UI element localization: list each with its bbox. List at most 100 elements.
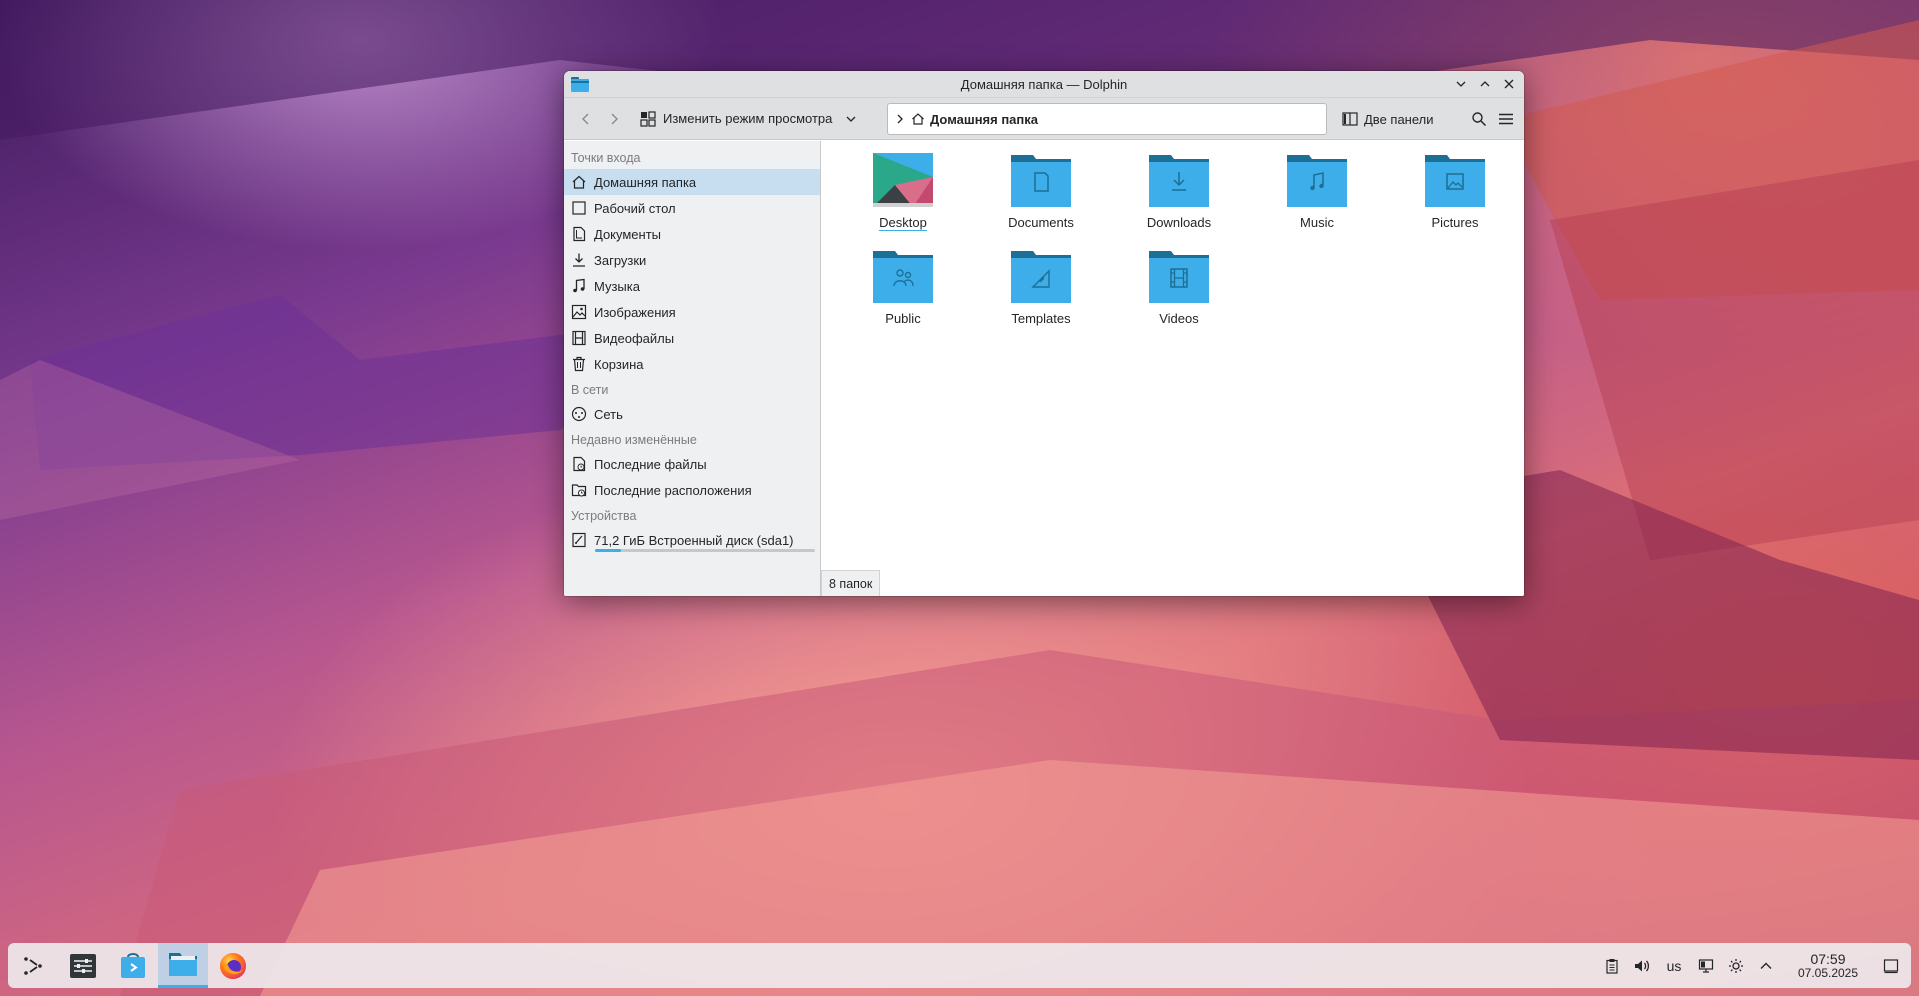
forward-button[interactable] [600,105,628,133]
firefox-app-icon [220,952,246,979]
arrow-left-icon [582,113,589,124]
music-icon [571,278,587,294]
launcher-icon [24,956,42,975]
network-tray[interactable] [1691,943,1721,988]
toolbar: Изменить режим просмотра Домашняя папка … [564,98,1524,140]
folder-pictures-icon [1425,155,1485,207]
place-documents[interactable]: Документы [564,221,820,247]
hamburger-menu-icon [1499,113,1513,125]
close-button[interactable] [1500,75,1518,93]
place-drive-sda1[interactable]: 71,2 ГиБ Встроенный диск (sda1) [564,527,820,553]
file-item-documents[interactable]: Documents [986,153,1096,230]
search-button[interactable] [1465,105,1493,133]
place-recent-files[interactable]: Последние файлы [564,451,820,477]
place-network[interactable]: Сеть [564,401,820,427]
dolphin-window: Домашняя папка — Dolphin Изменить режим … [564,71,1524,596]
show-desktop-button[interactable] [1871,943,1911,988]
place-label: Музыка [594,278,640,294]
place-music[interactable]: Музыка [564,273,820,299]
breadcrumb-chevron-icon [897,114,903,124]
location-bar[interactable]: Домашняя папка [887,103,1327,135]
file-label: Music [1300,215,1334,230]
place-label: Загрузки [594,252,647,268]
view-mode-label: Изменить режим просмотра [663,111,833,126]
hamburger-menu-button[interactable] [1492,105,1520,133]
trash-icon [571,356,587,372]
home-icon [912,113,924,125]
view-mode-dropdown[interactable] [842,105,860,133]
keyboard-layout-tray[interactable]: us [1657,943,1691,988]
settings-app-icon [70,953,96,978]
file-label: Pictures [1431,215,1479,230]
pictures-icon [571,304,587,320]
title-bar[interactable]: Домашняя папка — Dolphin [564,71,1524,98]
chevron-down-icon [846,116,856,122]
file-item-desktop[interactable]: Desktop [848,153,958,231]
drive-icon [571,532,587,548]
place-label: Изображения [594,304,676,320]
chevron-down-icon [1456,81,1466,87]
tray-expand-button[interactable] [1751,943,1781,988]
status-bar-folder-count: 8 папок [821,570,881,596]
brightness-tray[interactable] [1721,943,1751,988]
taskbar-system-settings[interactable] [58,943,108,988]
show-desktop-icon [1883,958,1899,973]
documents-icon [571,226,587,242]
clipboard-tray[interactable] [1597,943,1627,988]
place-label: Видеофайлы [594,330,675,346]
back-button[interactable] [572,105,600,133]
minimize-button[interactable] [1452,75,1470,93]
file-label: Downloads [1146,215,1212,230]
application-launcher[interactable] [8,943,58,988]
split-view-button[interactable]: Две панели [1342,105,1434,133]
volume-tray[interactable] [1627,943,1657,988]
file-label: Public [885,311,921,326]
file-item-public[interactable]: Public [848,249,958,326]
taskbar-firefox[interactable] [208,943,258,988]
taskbar-dolphin[interactable] [158,943,208,988]
places-panel: Точки входа Домашняя папка Рабочий стол … [564,141,821,596]
file-label: Documents [1008,215,1074,230]
file-item-music[interactable]: Music [1262,153,1372,230]
file-item-pictures[interactable]: Pictures [1400,153,1510,230]
taskbar-discover[interactable] [108,943,158,988]
desktop-thumbnail-icon [873,153,933,207]
file-label: Templates [1011,311,1071,326]
system-tray: us 07:59 07.05.2025 [1597,943,1911,988]
section-header-recent: Недавно изменённые [571,433,697,447]
network-wired-icon [1698,958,1714,973]
arrow-right-icon [611,113,618,124]
place-pictures[interactable]: Изображения [564,299,820,325]
place-home[interactable]: Домашняя папка [564,169,820,195]
recent-files-icon [571,456,587,472]
place-recent-locations[interactable]: Последние расположения [564,477,820,503]
place-label: Корзина [594,356,644,372]
file-item-downloads[interactable]: Downloads [1124,153,1234,230]
split-view-icon [1342,112,1358,126]
maximize-button[interactable] [1476,75,1494,93]
file-item-templates[interactable]: Templates [986,249,1096,326]
place-label: Последние файлы [594,456,707,472]
dolphin-app-icon [169,953,197,976]
clock-time: 07:59 [1810,950,1846,967]
folder-app-icon [571,77,589,92]
place-desktop[interactable]: Рабочий стол [564,195,820,221]
folder-videos-icon [1149,251,1209,303]
view-mode-button[interactable]: Изменить режим просмотра [636,105,836,133]
file-view[interactable]: Desktop Documents Downloads Music Pictur… [821,141,1524,596]
taskbar: us 07:59 07.05.2025 [8,943,1911,988]
breadcrumb-home[interactable]: Домашняя папка [930,112,1038,127]
place-label: Последние расположения [594,482,752,498]
place-trash[interactable]: Корзина [564,351,820,377]
place-videos[interactable]: Видеофайлы [564,325,820,351]
digital-clock[interactable]: 07:59 07.05.2025 [1785,952,1871,980]
folder-music-icon [1287,155,1347,207]
folder-downloads-icon [1149,155,1209,207]
close-icon [1504,79,1514,89]
place-label: Рабочий стол [594,200,676,216]
clipboard-icon [1606,958,1618,974]
place-downloads[interactable]: Загрузки [564,247,820,273]
file-item-videos[interactable]: Videos [1124,249,1234,326]
folder-public-icon [873,251,933,303]
folder-documents-icon [1011,155,1071,207]
